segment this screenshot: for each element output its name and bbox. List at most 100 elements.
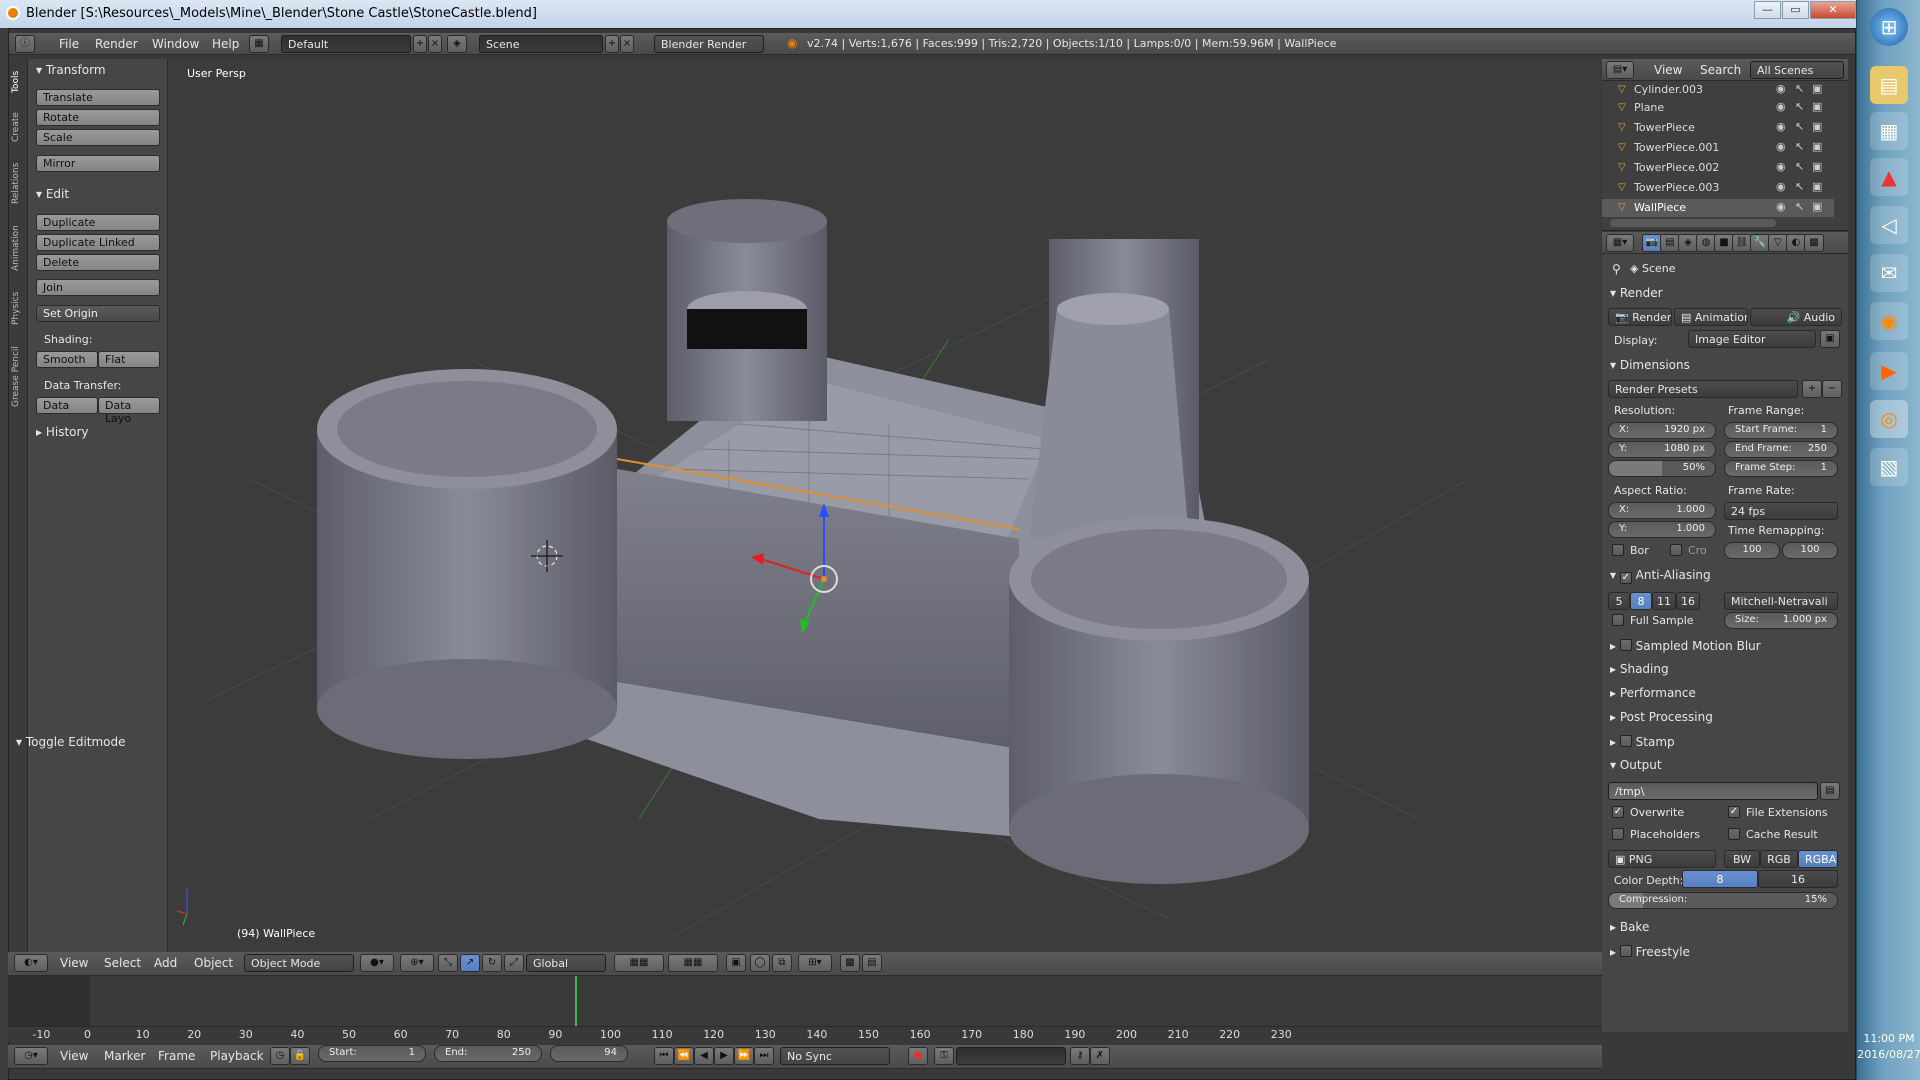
compression-slider[interactable]: Compression: 15% (1608, 892, 1838, 909)
render-panel-header[interactable]: ▾ Render (1610, 286, 1663, 300)
vp-menu-view[interactable]: View (60, 956, 88, 970)
aa-samples-16[interactable]: 16 (1676, 592, 1700, 610)
tl-menu-playback[interactable]: Playback (210, 1049, 264, 1063)
tl-menu-marker[interactable]: Marker (104, 1049, 145, 1063)
camera-icon[interactable]: ▣ (1812, 160, 1822, 173)
camera-icon[interactable]: ▣ (1812, 200, 1822, 213)
cursor-icon[interactable]: ↖ (1795, 120, 1804, 133)
freestyle-panel-header[interactable]: ▸ Freestyle (1610, 944, 1690, 959)
maximize-button[interactable]: ▭ (1782, 1, 1809, 19)
render-layer-icon[interactable]: ▣ (726, 954, 746, 972)
outliner-row[interactable]: ▽ Cylinder.003 ◉ ↖ ▣ (1602, 81, 1834, 99)
tab-create[interactable]: Create (11, 105, 27, 149)
aa-samples-5[interactable]: 5 (1608, 592, 1630, 610)
folder-icon[interactable]: ▤ (1870, 66, 1908, 104)
flat-button[interactable]: Flat (98, 351, 160, 368)
outliner-display-select[interactable]: All Scenes (1750, 61, 1844, 79)
menu-window[interactable]: Window (152, 37, 199, 51)
modifiers-icon[interactable]: 🔧 (1750, 234, 1770, 252)
vp-menu-add[interactable]: Add (154, 956, 177, 970)
aspect-x-field[interactable]: X: 1.000 (1608, 502, 1716, 519)
overwrite-checkbox[interactable]: ✓ (1612, 806, 1624, 818)
scene-context-icon[interactable]: ◈ (1678, 234, 1698, 252)
render-context-icon[interactable]: 📷 (1642, 234, 1662, 252)
cursor-icon[interactable]: ↖ (1795, 160, 1804, 173)
eye-icon[interactable]: ◉ (1776, 140, 1786, 153)
stamp-checkbox[interactable] (1619, 735, 1632, 747)
delete-keyframe-icon[interactable]: ✗ (1090, 1047, 1110, 1065)
render-presets-select[interactable]: Render Presets (1608, 380, 1798, 398)
eye-icon[interactable]: ◉ (1776, 200, 1786, 213)
motion-blur-panel-header[interactable]: ▸ Sampled Motion Blur (1610, 638, 1761, 653)
cursor-icon[interactable]: ↖ (1795, 180, 1804, 193)
color-depth-16[interactable]: 16 (1758, 870, 1838, 888)
browse-folder-icon[interactable]: ▤ (1820, 782, 1840, 800)
render-engine-select[interactable]: Blender Render (654, 35, 764, 53)
scene-icon[interactable]: ◈ (447, 35, 467, 53)
menu-render[interactable]: Render (95, 37, 138, 51)
cursor-icon[interactable]: ↖ (1795, 140, 1804, 153)
constraints-icon[interactable]: ⛓ (1732, 234, 1752, 252)
edit-panel-header[interactable]: ▾ Edit (36, 187, 69, 201)
orientation-select[interactable]: Global (526, 954, 606, 972)
image-viewer-icon[interactable]: ▧ (1870, 448, 1908, 486)
animation-button[interactable]: ▤ Animation (1674, 308, 1748, 326)
bake-panel-header[interactable]: ▸ Bake (1610, 920, 1649, 934)
color-rgba-button[interactable]: RGBA (1798, 850, 1838, 868)
scene-field[interactable]: Scene (479, 35, 603, 53)
object-context-icon[interactable]: ■ (1714, 234, 1734, 252)
clock-time[interactable]: 11:00 PM (1857, 1032, 1920, 1045)
end-frame-timeline-field[interactable]: End: 250 (434, 1045, 542, 1062)
layout-field[interactable]: Default (281, 35, 411, 53)
vp-menu-select[interactable]: Select (104, 956, 141, 970)
properties-editor-icon[interactable]: ▦▾ (1606, 234, 1634, 252)
outliner-row-selected[interactable]: ▽ WallPiece ◉ ↖ ▣ (1602, 199, 1834, 217)
outliner-row[interactable]: ▽ TowerPiece ◉ ↖ ▣ (1602, 119, 1834, 137)
play-icon[interactable]: ▶ (714, 1047, 734, 1065)
jump-keyframe-forward-icon[interactable]: ⏩ (734, 1047, 754, 1065)
render-button[interactable]: 📷 Render (1608, 308, 1672, 326)
crop-checkbox[interactable] (1670, 544, 1682, 556)
minimize-button[interactable]: — (1754, 1, 1781, 19)
insert-keyframe-icon[interactable]: ⚷ (1070, 1047, 1090, 1065)
duplicate-linked-button[interactable]: Duplicate Linked (36, 234, 160, 251)
opengl-anim-icon[interactable]: ▤ (862, 954, 882, 972)
editor-type-icon[interactable]: ◐▾ (14, 954, 48, 972)
resolution-percent-slider[interactable]: 50% (1608, 460, 1716, 477)
firefox-icon[interactable]: ◉ (1870, 302, 1908, 340)
menu-help[interactable]: Help (212, 37, 239, 51)
anti-aliasing-panel-header[interactable]: ▾ ✓ Anti-Aliasing (1610, 568, 1711, 584)
display-select[interactable]: Image Editor (1688, 330, 1816, 348)
set-origin-select[interactable]: Set Origin (36, 305, 160, 322)
outliner-row[interactable]: ▽ TowerPiece.003 ◉ ↖ ▣ (1602, 179, 1834, 197)
output-path-field[interactable]: /tmp\ (1608, 782, 1818, 800)
jump-end-icon[interactable]: ⏭ (754, 1047, 774, 1065)
frame-rate-select[interactable]: 24 fps (1724, 502, 1838, 520)
frame-step-field[interactable]: Frame Step: 1 (1724, 460, 1838, 477)
stamp-panel-header[interactable]: ▸ Stamp (1610, 734, 1675, 749)
audio-button[interactable]: 🔊 Audio (1750, 308, 1842, 326)
toggle-editmode-panel[interactable]: ▾ Toggle Editmode (16, 735, 126, 749)
outliner-editor-icon[interactable]: ▤▾ (1606, 61, 1634, 79)
file-format-select[interactable]: ▣ PNG (1608, 850, 1716, 868)
scale-button[interactable]: Scale (36, 129, 160, 146)
cursor-icon[interactable]: ↖ (1795, 82, 1804, 95)
resolution-y-field[interactable]: Y: 1080 px (1608, 441, 1716, 458)
sync-mode-select[interactable]: No Sync (780, 1047, 890, 1065)
info-editor-icon[interactable]: ⓘ (15, 35, 35, 53)
display-toggle-icon[interactable]: ▣ (1820, 330, 1840, 348)
remove-layout-icon[interactable]: × (428, 35, 442, 53)
preview-range-icon[interactable]: ◷ (270, 1047, 290, 1065)
cursor-icon[interactable]: ↖ (1795, 100, 1804, 113)
start-frame-field[interactable]: Start Frame: 1 (1724, 422, 1838, 439)
cache-result-checkbox[interactable] (1728, 828, 1740, 840)
world-context-icon[interactable]: ◍ (1696, 234, 1716, 252)
duplicate-button[interactable]: Duplicate (36, 214, 160, 231)
aa-samples-8[interactable]: 8 (1630, 592, 1652, 610)
translate-manipulator-icon[interactable]: ↗ (460, 954, 480, 972)
snap-icon[interactable]: ⧉ (772, 954, 792, 972)
tl-menu-view[interactable]: View (60, 1049, 88, 1063)
viewport-shading-icon[interactable]: ●▾ (360, 954, 394, 972)
remove-scene-icon[interactable]: × (620, 35, 634, 53)
full-sample-checkbox[interactable] (1612, 614, 1624, 626)
